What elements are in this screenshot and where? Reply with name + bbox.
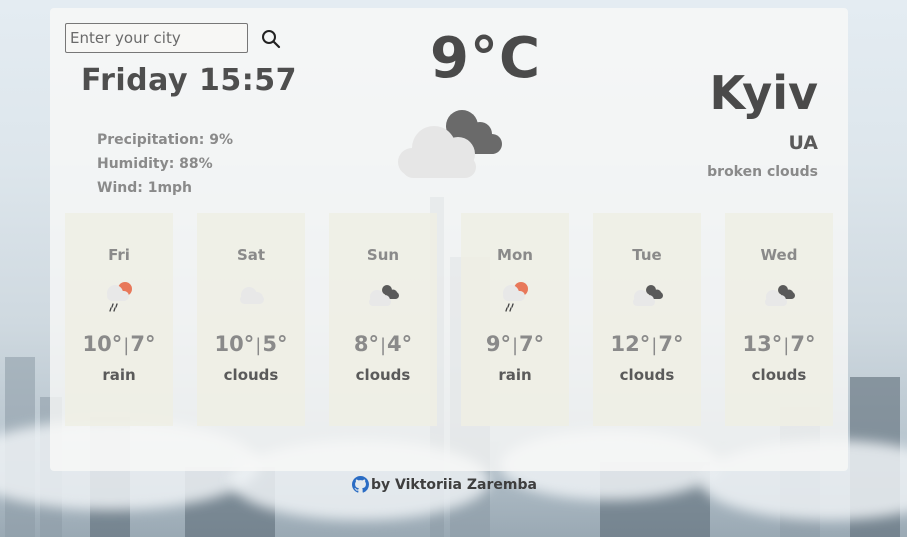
forecast-day: Fri 10°|7° rain [65,213,173,426]
forecast-description: rain [498,366,532,384]
current-temperature: 9°C [430,26,542,91]
broken-clouds-icon [398,110,502,178]
rain-icon [107,282,132,312]
forecast-day-name: Tue [632,246,662,264]
footer: by Viktoriia Zaremba [352,476,537,493]
broken-clouds-icon [369,285,399,306]
forecast-temp-range: 10°|7° [82,332,156,356]
forecast-day-name: Mon [497,246,533,264]
forecast-temp-range: 13°|7° [742,332,816,356]
humidity-value: Humidity: 88% [97,156,213,172]
forecast-description: clouds [355,366,411,384]
forecast-day: Mon 9°|7° rain [461,213,569,426]
forecast-description: clouds [619,366,675,384]
search-button[interactable] [260,28,282,50]
clouds-icon [240,287,264,304]
forecast-min-temp: 7° [519,332,545,356]
search-icon [262,30,281,49]
current-datetime: Friday 15:57 [81,63,297,98]
rain-icon [503,282,528,312]
current-stats: Precipitation: 9% Humidity: 88% Wind: 1m… [97,128,233,200]
forecast-description: rain [102,366,136,384]
forecast-min-temp: 4° [387,332,413,356]
forecast-max-temp: 12° [610,332,651,356]
forecast-day: Sun 8°|4° clouds [329,213,437,426]
forecast-day: Tue 12°|7° clouds [593,213,701,426]
forecast-day: Wed 13°|7° clouds [725,213,833,426]
forecast-min-temp: 7° [790,332,816,356]
weather-card: Friday 15:57 Precipitation: 9% Humidity:… [50,8,848,471]
city-name: Kyiv [709,66,818,120]
broken-clouds-icon [633,285,663,306]
broken-clouds-icon [765,285,795,306]
forecast-min-temp: 7° [130,332,156,356]
forecast-max-temp: 13° [742,332,783,356]
author-link[interactable]: by Viktoriia Zaremba [371,477,537,493]
forecast-day-name: Wed [760,246,798,264]
precipitation-value: Precipitation: 9% [97,132,234,148]
forecast-description: clouds [223,366,279,384]
forecast-temp-range: 9°|7° [485,332,545,356]
forecast-max-temp: 10° [214,332,255,356]
forecast-temp-range: 12°|7° [610,332,684,356]
city-search-input[interactable] [65,23,248,53]
github-icon[interactable] [352,476,369,493]
forecast-day-name: Sat [236,246,266,264]
forecast-min-temp: 5° [262,332,288,356]
country-code: UA [788,132,818,154]
forecast-day-name: Fri [108,246,130,264]
forecast-min-temp: 7° [658,332,684,356]
wind-value: Wind: 1mph [97,180,193,196]
forecast-description: clouds [751,366,807,384]
forecast-day-name: Sun [366,246,400,264]
forecast-max-temp: 10° [82,332,123,356]
weather-description: broken clouds [707,164,818,180]
forecast-day: Sat 10°|5° clouds [197,213,305,426]
forecast-temp-range: 8°|4° [353,332,413,356]
forecast-max-temp: 8° [353,332,379,356]
forecast-max-temp: 9° [485,332,511,356]
forecast-temp-range: 10°|5° [214,332,288,356]
